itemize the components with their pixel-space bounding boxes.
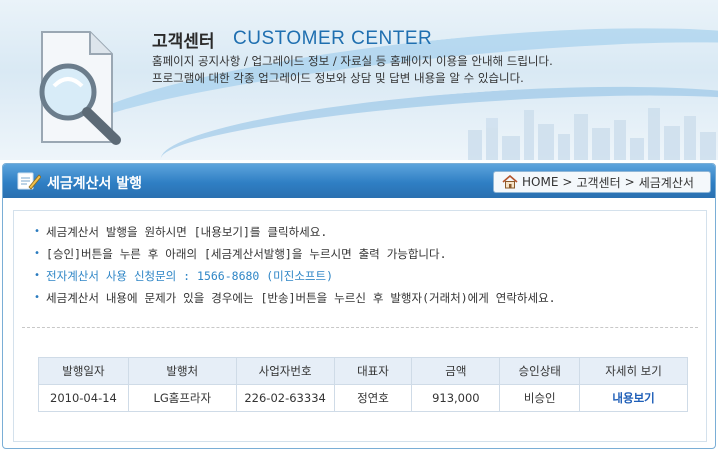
breadcrumb-separator: > — [624, 175, 635, 189]
city-skyline-decoration — [468, 108, 716, 160]
tax-invoice-panel: 세금계산서 발행 HOME > 고객센터 > 세금계산서 • 세금계산서 발행을… — [2, 163, 716, 449]
guide-note-text: 전자계산서 사용 신청문의 : 1566-8680 (미진소프트) — [46, 269, 334, 283]
home-icon[interactable] — [502, 175, 518, 189]
panel-content: • 세금계산서 발행을 원하시면 [내용보기]를 클릭하세요. • [승인]버튼… — [13, 210, 707, 442]
table-header-row: 발행일자 발행처 사업자번호 대표자 금액 승인상태 자세히 보기 — [38, 357, 688, 385]
panel-title: 세금계산서 발행 — [47, 176, 143, 192]
view-details-link[interactable]: 내용보기 — [579, 384, 688, 412]
guide-note-contact: • 전자계산서 사용 신청문의 : 1566-8680 (미진소프트) — [34, 265, 556, 287]
bullet-icon: • — [34, 292, 41, 303]
bullet-icon: • — [34, 226, 41, 237]
breadcrumb-separator: > — [562, 175, 573, 189]
banner-title-english: CUSTOMER CENTER — [233, 28, 433, 49]
table-row: 2010-04-14 LG홈프라자 226-02-63334 정연호 913,0… — [38, 384, 688, 412]
banner-description-line-1: 홈페이지 공지사항 / 업그레이드 정보 / 자료실 등 홈페이지 이용을 안내… — [152, 54, 553, 68]
guide-note-text: [승인]버튼을 누른 후 아래의 [세금계산서발행]을 누르시면 출력 가능합니… — [46, 247, 447, 261]
column-header-approval-status: 승인상태 — [499, 357, 581, 385]
guide-note: • [승인]버튼을 누른 후 아래의 [세금계산서발행]을 누르시면 출력 가능… — [34, 243, 556, 265]
customer-center-banner: 고객센터 CUSTOMER CENTER 홈페이지 공지사항 / 업그레이드 정… — [0, 0, 718, 160]
guide-note-text: 세금계산서 내용에 문제가 있을 경우에는 [반송]버튼을 누르신 후 발행자(… — [46, 291, 556, 305]
column-header-representative: 대표자 — [333, 357, 413, 385]
banner-description-line-2: 프로그램에 대한 각종 업그레이드 정보와 상담 및 답변 내용을 알 수 있습… — [152, 71, 524, 85]
breadcrumb-tax-invoice: 세금계산서 — [638, 175, 694, 190]
breadcrumb-home[interactable]: HOME — [522, 175, 558, 189]
dashed-divider — [22, 327, 698, 328]
cell-business-number: 226-02-63334 — [235, 384, 335, 412]
guide-note: • 세금계산서 발행을 원하시면 [내용보기]를 클릭하세요. — [34, 221, 556, 243]
cell-amount: 913,000 — [411, 384, 501, 412]
column-header-issuer: 발행처 — [127, 357, 237, 385]
cell-representative: 정연호 — [333, 384, 413, 412]
cell-issue-date: 2010-04-14 — [38, 384, 129, 412]
guide-note: • 세금계산서 내용에 문제가 있을 경우에는 [반송]버튼을 누르신 후 발행… — [34, 287, 556, 309]
column-header-issue-date: 발행일자 — [38, 357, 129, 385]
bullet-icon: • — [34, 248, 41, 259]
column-header-details: 자세히 보기 — [579, 357, 688, 385]
panel-header: 세금계산서 발행 HOME > 고객센터 > 세금계산서 — [3, 164, 715, 198]
magnifier-document-icon — [39, 31, 121, 145]
cell-approval-status: 비승인 — [499, 384, 581, 412]
column-header-business-number: 사업자번호 — [235, 357, 335, 385]
bullet-icon: • — [34, 270, 41, 281]
guide-note-text: 세금계산서 발행을 원하시면 [내용보기]를 클릭하세요. — [46, 225, 328, 239]
banner-title-korean: 고객센터 — [152, 32, 215, 52]
guide-notes: • 세금계산서 발행을 원하시면 [내용보기]를 클릭하세요. • [승인]버튼… — [34, 221, 556, 309]
document-pen-icon — [17, 172, 41, 190]
column-header-amount: 금액 — [411, 357, 501, 385]
breadcrumb-customer-center[interactable]: 고객센터 — [576, 174, 620, 191]
tax-invoice-table: 발행일자 발행처 사업자번호 대표자 금액 승인상태 자세히 보기 2010-0… — [38, 357, 688, 412]
breadcrumb: HOME > 고객센터 > 세금계산서 — [493, 171, 711, 193]
cell-issuer: LG홈프라자 — [127, 384, 237, 412]
